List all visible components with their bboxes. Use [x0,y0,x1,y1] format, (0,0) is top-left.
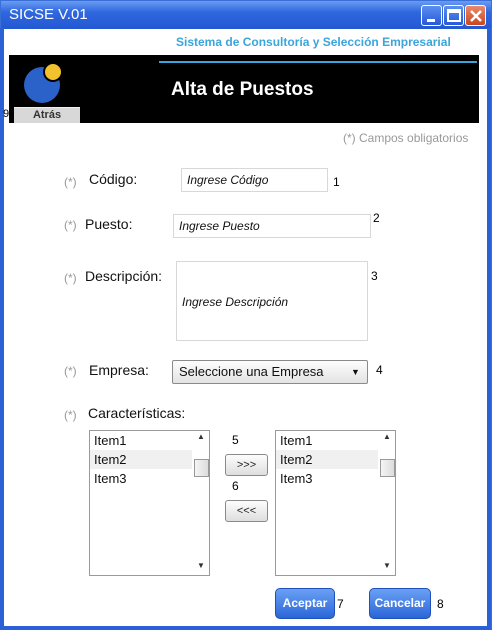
required-mark: (*) [64,175,77,189]
available-items-list[interactable]: Item1 Item2 Item3 ▲ ▼ [89,430,210,576]
list-item[interactable]: Item3 [90,469,192,488]
minimize-button[interactable] [421,5,442,26]
descripcion-placeholder: Ingrese Descripción [182,295,289,309]
required-fields-note: (*) Campos obligatorios [343,131,469,145]
header-banner: Alta de Puestos Atrás [9,55,479,123]
accept-button[interactable]: Aceptar [275,588,335,619]
required-mark: (*) [64,408,77,422]
add-items-button[interactable]: >>> [225,454,268,476]
maximize-button[interactable] [443,5,464,26]
caracteristicas-label: Características: [88,405,186,421]
close-button[interactable] [465,5,486,26]
empresa-selected-value: Seleccione una Empresa [179,364,324,379]
add-button-number: 5 [232,433,239,447]
title-bar[interactable]: SICSE V.01 [1,1,491,29]
scrollbar[interactable]: ▲ ▼ [378,431,395,575]
codigo-label: Código: [89,171,138,187]
empresa-label: Empresa: [89,362,149,378]
accept-button-number: 7 [337,597,344,611]
list-item[interactable]: Item2 [90,450,192,469]
back-button[interactable]: Atrás [14,107,80,123]
scroll-down-icon[interactable]: ▼ [383,561,391,570]
window-title: SICSE V.01 [9,6,88,23]
page-title: Alta de Puestos [171,79,314,100]
scroll-up-icon[interactable]: ▲ [197,432,205,441]
accent-line [159,61,477,63]
descripcion-label: Descripción: [85,268,163,284]
required-mark: (*) [64,364,77,378]
scroll-up-icon[interactable]: ▲ [383,432,391,441]
puesto-input[interactable]: Ingrese Puesto [173,214,371,238]
company-name: Sistema de Consultoría y Selección Empre… [176,35,451,49]
scrollbar-thumb[interactable] [194,459,209,477]
puesto-label: Puesto: [85,216,133,232]
required-mark: (*) [64,271,77,285]
list-item[interactable]: Item3 [276,469,378,488]
list-item[interactable]: Item1 [276,431,378,450]
remove-items-button[interactable]: <<< [225,500,268,522]
scroll-down-icon[interactable]: ▼ [197,561,205,570]
empresa-number: 4 [376,363,383,377]
minimize-icon [427,19,435,22]
cancel-button-number: 8 [437,597,444,611]
remove-button-number: 6 [232,479,239,493]
required-mark: (*) [64,218,77,232]
close-icon [470,10,482,22]
maximize-icon [447,9,461,22]
scrollbar[interactable]: ▲ ▼ [192,431,209,575]
selected-items-list[interactable]: Item1 Item2 Item3 ▲ ▼ [275,430,396,576]
list-item[interactable]: Item2 [276,450,378,469]
descripcion-number: 3 [371,269,378,283]
back-button-number: 9 [3,108,10,120]
descripcion-textarea[interactable]: Ingrese Descripción [176,261,368,341]
scrollbar-thumb[interactable] [380,459,395,477]
codigo-input[interactable]: Ingrese Código [181,168,328,192]
list-item[interactable]: Item1 [90,431,192,450]
codigo-number: 1 [333,175,340,189]
logo-icon [24,62,63,103]
chevron-down-icon: ▼ [351,367,360,377]
window-border-bottom [0,626,491,630]
window-border-right [487,28,491,630]
puesto-number: 2 [373,211,380,225]
cancel-button[interactable]: Cancelar [369,588,431,619]
empresa-select[interactable]: Seleccione una Empresa ▼ [172,360,368,384]
